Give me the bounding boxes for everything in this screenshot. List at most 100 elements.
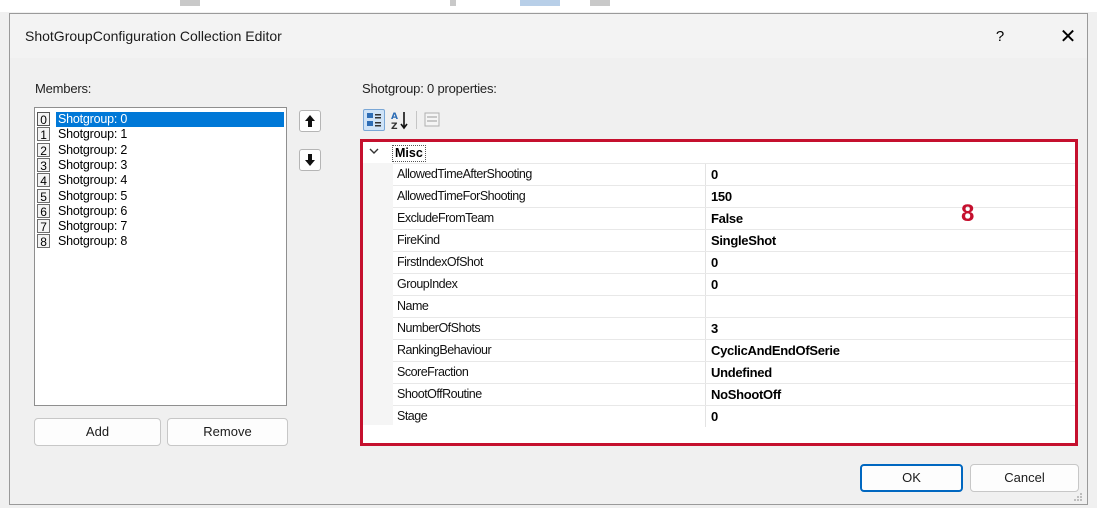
member-label: Shotgroup: 7 [58,219,128,234]
column-separator [705,208,706,229]
categorized-icon [367,113,381,127]
property-name: RankingBehaviour [397,343,492,357]
chevron-down-icon[interactable] [369,146,379,159]
member-item[interactable]: 0 Shotgroup: 0 [37,112,284,127]
member-label: Shotgroup: 3 [58,157,128,172]
members-label: Members: [35,81,92,96]
column-separator [705,252,706,273]
svg-text:Z: Z [391,122,398,131]
property-value[interactable]: NoShootOff [711,387,781,402]
move-up-button[interactable] [299,110,321,132]
property-value[interactable]: 0 [711,255,718,270]
grid-gutter [363,163,393,425]
arrow-down-icon [305,154,315,166]
arrow-up-icon [305,115,315,127]
property-row[interactable]: FireKind SingleShot [393,229,1075,251]
column-separator [705,362,706,383]
member-index: 0 [37,112,50,127]
property-name: ShootOffRoutine [397,387,482,401]
categorized-view-button[interactable] [363,109,385,131]
member-label: Shotgroup: 8 [58,234,128,249]
ok-button[interactable]: OK [860,464,963,492]
property-value[interactable]: False [711,211,743,226]
member-label: Shotgroup: 5 [58,188,128,203]
property-value[interactable]: 3 [711,321,718,336]
property-value[interactable]: 0 [711,167,718,182]
alphabetical-view-button[interactable]: A Z [389,109,411,132]
member-label: Shotgroup: 6 [58,203,128,218]
help-button[interactable]: ? [988,26,1012,48]
property-row[interactable]: ShootOffRoutine NoShootOff [393,383,1075,405]
property-grid[interactable]: Misc AllowedTimeAfterShooting 0 AllowedTim… [360,139,1078,446]
property-row[interactable]: NumberOfShots 3 [393,317,1075,339]
property-row[interactable]: ScoreFraction Undefined [393,361,1075,383]
column-separator [705,274,706,295]
property-name: ScoreFraction [397,365,469,379]
title-bar: ShotGroupConfiguration Collection Editor… [10,14,1087,58]
member-item[interactable]: 7 Shotgroup: 7 [37,219,284,234]
remove-button[interactable]: Remove [167,418,288,446]
annotation-number: 8 [961,200,975,227]
property-value[interactable]: 0 [711,277,718,292]
column-separator [705,186,706,207]
member-index: 4 [37,173,50,188]
column-separator [705,164,706,185]
column-separator [705,230,706,251]
member-index: 1 [37,127,50,142]
property-row[interactable]: Name [393,295,1075,317]
property-name: FirstIndexOfShot [397,255,483,269]
member-item[interactable]: 2 Shotgroup: 2 [37,142,284,158]
property-name: NumberOfShots [397,321,481,335]
column-separator [705,318,706,339]
property-name: ExcludeFromTeam [397,211,494,225]
resize-grip-icon[interactable] [1073,492,1083,502]
collection-editor-dialog: ShotGroupConfiguration Collection Editor… [9,13,1088,505]
property-name: AllowedTimeAfterShooting [397,167,532,181]
property-row[interactable]: FirstIndexOfShot 0 [393,251,1075,273]
member-item[interactable]: 3 Shotgroup: 3 [37,157,284,173]
member-label: Shotgroup: 4 [58,173,128,188]
member-item[interactable]: 5 Shotgroup: 5 [37,188,284,204]
member-item[interactable]: 6 Shotgroup: 6 [37,203,284,219]
member-index: 8 [37,234,50,249]
property-value[interactable]: Undefined [711,365,772,380]
property-pages-button[interactable] [421,109,443,131]
move-down-button[interactable] [299,149,321,171]
window-title: ShotGroupConfiguration Collection Editor [25,28,282,44]
column-separator [705,296,706,317]
column-separator [705,384,706,405]
member-item[interactable]: 4 Shotgroup: 4 [37,173,284,188]
property-name: Stage [397,409,428,423]
members-list[interactable]: 0 Shotgroup: 0 1 Shotgroup: 1 2 Shotgroup: 23… [34,107,287,406]
property-value[interactable]: 0 [711,409,718,424]
property-name: AllowedTimeForShooting [397,189,526,203]
cancel-button[interactable]: Cancel [970,464,1079,492]
properties-label: Shotgroup: 0 properties: [362,81,497,96]
member-label: Shotgroup: 2 [58,142,128,157]
member-item[interactable]: 1 Shotgroup: 1 [37,127,284,142]
property-row[interactable]: AllowedTimeAfterShooting 0 [393,163,1075,185]
close-button[interactable]: ✕ [1055,24,1081,50]
category-row-misc[interactable]: Misc [363,145,1075,163]
member-index: 2 [37,142,50,158]
sort-alphabetical-icon: A Z [391,112,408,132]
member-label: Shotgroup: 1 [58,127,128,142]
add-button[interactable]: Add [34,418,161,446]
member-index: 6 [37,203,50,219]
column-separator [705,340,706,361]
property-name: FireKind [397,233,440,247]
property-value[interactable]: 150 [711,189,732,204]
property-row[interactable]: GroupIndex 0 [393,273,1075,295]
member-label: Shotgroup: 0 [56,112,284,127]
column-separator [705,406,706,427]
member-item[interactable]: 8 Shotgroup: 8 [37,234,284,249]
category-name: Misc [392,145,426,162]
svg-text:A: A [391,112,398,122]
property-row[interactable]: Stage 0 [393,405,1075,427]
property-value[interactable]: SingleShot [711,233,776,248]
property-value[interactable]: CyclicAndEndOfSerie [711,343,840,358]
property-name: GroupIndex [397,277,458,291]
property-row[interactable]: RankingBehaviour CyclicAndEndOfSerie [393,339,1075,361]
member-index: 5 [37,188,50,204]
member-index: 7 [37,219,50,234]
